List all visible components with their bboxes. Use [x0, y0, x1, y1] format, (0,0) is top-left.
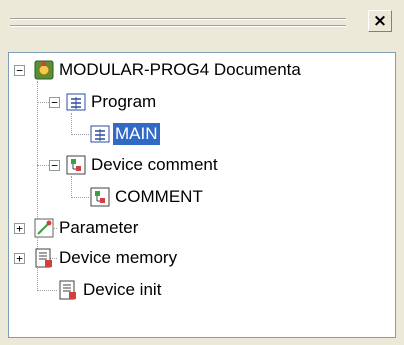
- project-tree[interactable]: − MODULAR-PROG4 Documenta − Program MAIN…: [8, 52, 396, 338]
- close-icon: ×: [372, 11, 388, 31]
- init-icon: [57, 279, 79, 301]
- comment-icon: [89, 186, 111, 208]
- tree-node-label[interactable]: Program: [89, 91, 158, 113]
- parameter-icon: [33, 217, 55, 239]
- close-button[interactable]: ×: [368, 10, 392, 32]
- program-icon: [65, 91, 87, 113]
- expand-toggle[interactable]: +: [14, 253, 25, 264]
- project-icon: [33, 59, 55, 81]
- expand-toggle[interactable]: +: [14, 223, 25, 234]
- collapse-toggle[interactable]: −: [14, 65, 25, 76]
- tree-node-label[interactable]: Device init: [81, 279, 163, 301]
- program-icon: [89, 123, 111, 145]
- tree-node-label[interactable]: Device comment: [89, 154, 220, 176]
- tree-node-label[interactable]: Device memory: [57, 247, 179, 269]
- collapse-toggle[interactable]: −: [49, 97, 60, 108]
- comment-icon: [65, 154, 87, 176]
- tree-connector: [71, 176, 72, 198]
- tree-node-label-selected[interactable]: MAIN: [113, 123, 160, 145]
- tree-node-label[interactable]: Parameter: [57, 217, 140, 239]
- tree-connector: [37, 290, 57, 291]
- tree-node-label[interactable]: COMMENT: [113, 186, 205, 208]
- navigation-panel: × − MODULAR-PROG4 Documenta − Program MA…: [0, 0, 404, 345]
- tree-node-label[interactable]: MODULAR-PROG4 Documenta: [57, 59, 303, 81]
- panel-title-bar[interactable]: ×: [0, 0, 404, 52]
- memory-icon: [33, 247, 55, 269]
- collapse-toggle[interactable]: −: [49, 160, 60, 171]
- tree-connector: [71, 134, 89, 135]
- drag-grip-line[interactable]: [10, 25, 346, 27]
- tree-connector: [71, 197, 89, 198]
- drag-grip-line[interactable]: [10, 18, 346, 20]
- tree-connector: [71, 113, 72, 135]
